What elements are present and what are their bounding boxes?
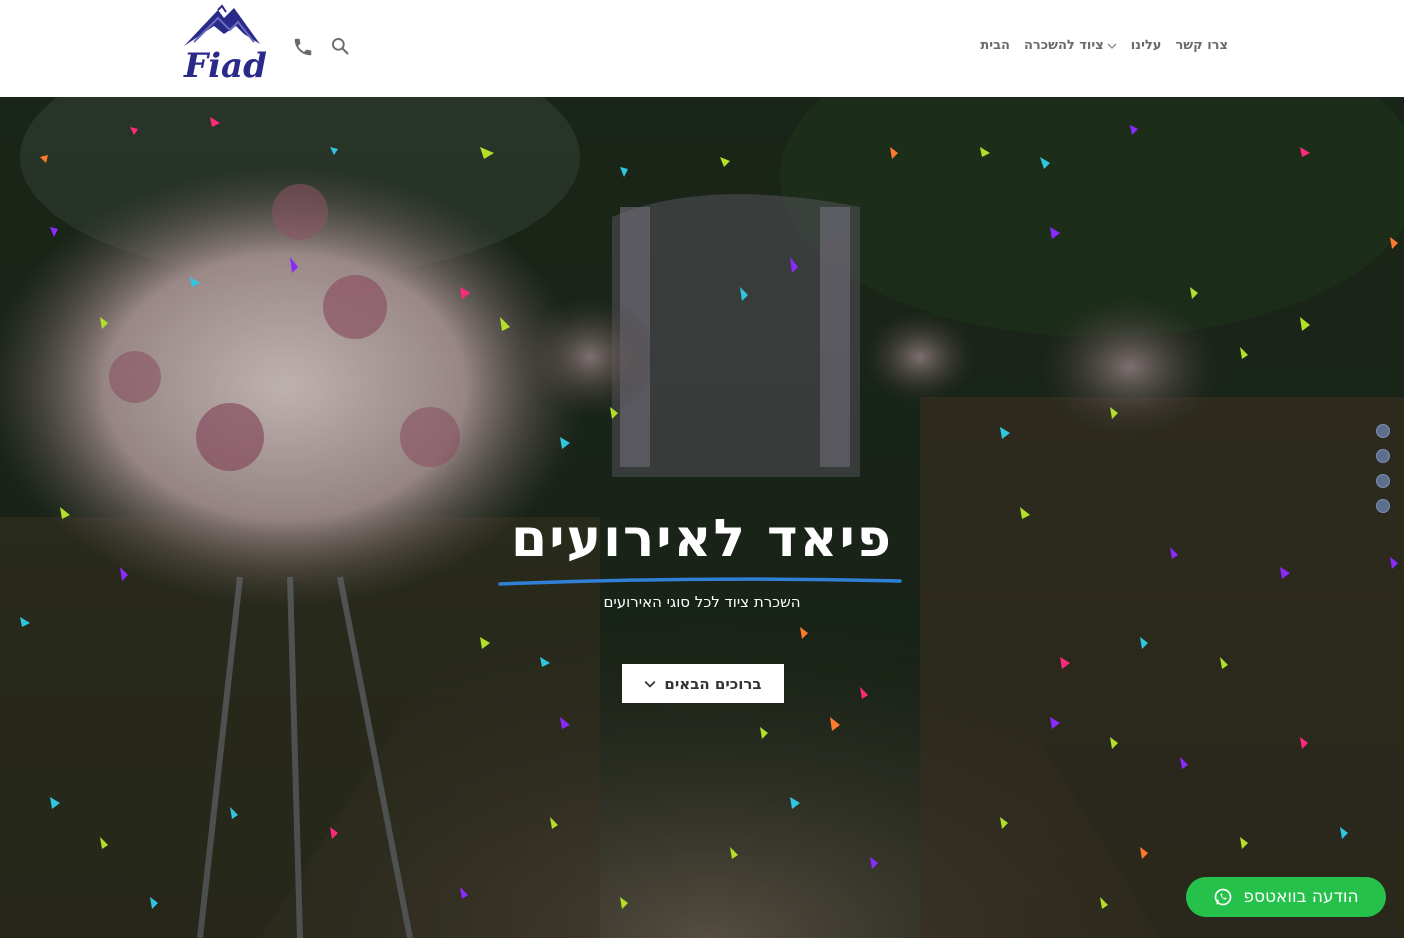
nav-about[interactable]: עלינו <box>1131 38 1162 53</box>
main-nav: צרו קשר עלינו ציוד להשכרה הבית <box>980 38 1228 53</box>
search-icon[interactable] <box>330 36 352 58</box>
slider-pagination <box>1376 424 1390 513</box>
logo-text: Fiad <box>184 46 267 86</box>
chevron-down-icon <box>645 680 656 688</box>
whatsapp-icon <box>1215 888 1232 906</box>
hero-slider: פיאד לאירועים השכרת ציוד לכל סוגי האירוע… <box>0 97 1404 938</box>
title-underline <box>498 577 902 586</box>
slide-dot-2[interactable] <box>1376 449 1390 463</box>
phone-icon[interactable] <box>292 36 314 58</box>
welcome-button[interactable]: ברוכים הבאים <box>622 664 784 703</box>
site-header: Fiad צרו קשר עלינו ציוד להשכרה הבית <box>0 0 1404 97</box>
hero-subtitle: השכרת ציוד לכל סוגי האירועים <box>603 593 801 611</box>
slide-dot-3[interactable] <box>1376 474 1390 488</box>
nav-contact[interactable]: צרו קשר <box>1175 38 1228 53</box>
hero-title: פיאד לאירועים <box>511 509 893 569</box>
slide-dot-1[interactable] <box>1376 424 1390 438</box>
chevron-down-icon <box>1107 43 1117 49</box>
nav-home[interactable]: הבית <box>980 38 1010 53</box>
nav-rental[interactable]: ציוד להשכרה <box>1024 38 1117 53</box>
slide-dot-4[interactable] <box>1376 499 1390 513</box>
whatsapp-button[interactable]: הודעה בוואטספ <box>1186 877 1386 917</box>
